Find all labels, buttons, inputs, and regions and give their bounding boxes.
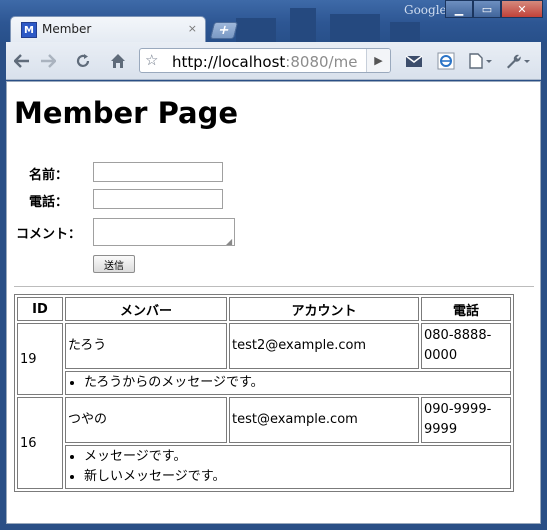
list-item: メッセージです。 <box>84 447 508 467</box>
member-name: つやの <box>65 397 227 443</box>
header-member: メンバー <box>65 297 227 321</box>
background-skyline <box>290 8 316 42</box>
wrench-icon <box>507 54 530 69</box>
member-phone: 080-8888-0000 <box>421 323 511 369</box>
message-list: たろうからのメッセージです。 <box>65 371 511 395</box>
maximize-icon: ▭ <box>481 2 493 16</box>
background-skyline <box>330 14 380 42</box>
page-content: Member Page 名前： 電話： コメント： ◢ 送信 ID メンバー ア… <box>6 81 541 524</box>
home-button[interactable] <box>106 49 130 73</box>
name-field[interactable] <box>93 162 223 182</box>
favicon-icon: M <box>21 22 37 38</box>
table-row-messages: たろうからのメッセージです。 <box>17 371 511 395</box>
google-label: Google <box>404 3 447 17</box>
comment-label: コメント： <box>16 227 82 242</box>
star-icon[interactable]: ☆ <box>145 51 158 69</box>
header-phone: 電話 <box>421 297 511 321</box>
header-id: ID <box>17 297 63 321</box>
wrench-menu-button[interactable] <box>502 49 534 73</box>
member-id: 16 <box>17 397 63 489</box>
member-phone: 090-9999-9999 <box>421 397 511 443</box>
back-button[interactable] <box>10 49 34 73</box>
table-row-messages: メッセージです。 新しいメッセージです。 <box>17 445 511 489</box>
submit-button[interactable]: 送信 <box>93 255 135 273</box>
maximize-button[interactable]: ▭ <box>473 0 501 18</box>
phone-label: 電話： <box>29 195 69 210</box>
page-menu-icon <box>469 53 492 69</box>
member-id: 19 <box>17 323 63 395</box>
table-row: 19 たろう test2@example.com 080-8888-0000 <box>17 323 511 395</box>
close-icon: ✕ <box>517 2 527 16</box>
ie-tab-button[interactable] <box>434 49 458 73</box>
member-account: test2@example.com <box>229 323 419 369</box>
page-title: Member Page <box>14 96 239 130</box>
minimize-icon: ▁ <box>454 2 464 16</box>
member-account: test@example.com <box>229 397 419 443</box>
window-controls: ▁ ▭ ✕ <box>445 0 543 18</box>
home-icon <box>111 54 125 68</box>
url-text: http://localhost:8080/me <box>172 53 358 71</box>
background-skyline <box>236 18 276 42</box>
phone-field[interactable] <box>93 189 223 209</box>
resize-grip-icon[interactable]: ◢ <box>226 237 232 246</box>
divider <box>14 286 534 287</box>
tab-member[interactable]: M Member × <box>10 16 206 42</box>
address-bar[interactable]: ☆ http://localhost:8080/me ▶ <box>139 48 391 73</box>
reload-icon <box>76 54 90 67</box>
mail-icon <box>405 54 423 67</box>
member-name: たろう <box>65 323 227 369</box>
page-menu-button[interactable] <box>466 49 496 73</box>
message-list: メッセージです。 新しいメッセージです。 <box>65 445 511 489</box>
header-account: アカウント <box>229 297 419 321</box>
new-tab-button[interactable]: + <box>209 22 239 39</box>
plus-icon: + <box>216 23 232 38</box>
list-item: たろうからのメッセージです。 <box>84 373 508 393</box>
table-row: 16 つやの test@example.com 090-9999-9999 <box>17 397 511 489</box>
forward-arrow-icon <box>41 54 56 68</box>
name-label: 名前： <box>29 168 69 183</box>
browser-toolbar: ☆ http://localhost:8080/me ▶ <box>6 42 541 80</box>
close-window-button[interactable]: ✕ <box>501 0 543 18</box>
comment-field[interactable] <box>93 218 235 246</box>
members-table: ID メンバー アカウント 電話 19 たろう test2@example.co… <box>14 294 514 492</box>
go-button[interactable]: ▶ <box>366 49 390 72</box>
forward-button[interactable] <box>36 49 60 73</box>
go-icon: ▶ <box>374 54 383 67</box>
table-header-row: ID メンバー アカウント 電話 <box>17 297 511 321</box>
tab-title: Member <box>42 22 92 36</box>
list-item: 新しいメッセージです。 <box>84 467 508 487</box>
minimize-button[interactable]: ▁ <box>445 0 473 18</box>
mail-button[interactable] <box>402 49 426 73</box>
tab-close-icon[interactable]: × <box>188 22 197 35</box>
ie-tab-icon <box>437 52 455 70</box>
reload-button[interactable] <box>71 49 95 73</box>
background-skyline <box>390 22 420 42</box>
back-arrow-icon <box>14 54 29 68</box>
